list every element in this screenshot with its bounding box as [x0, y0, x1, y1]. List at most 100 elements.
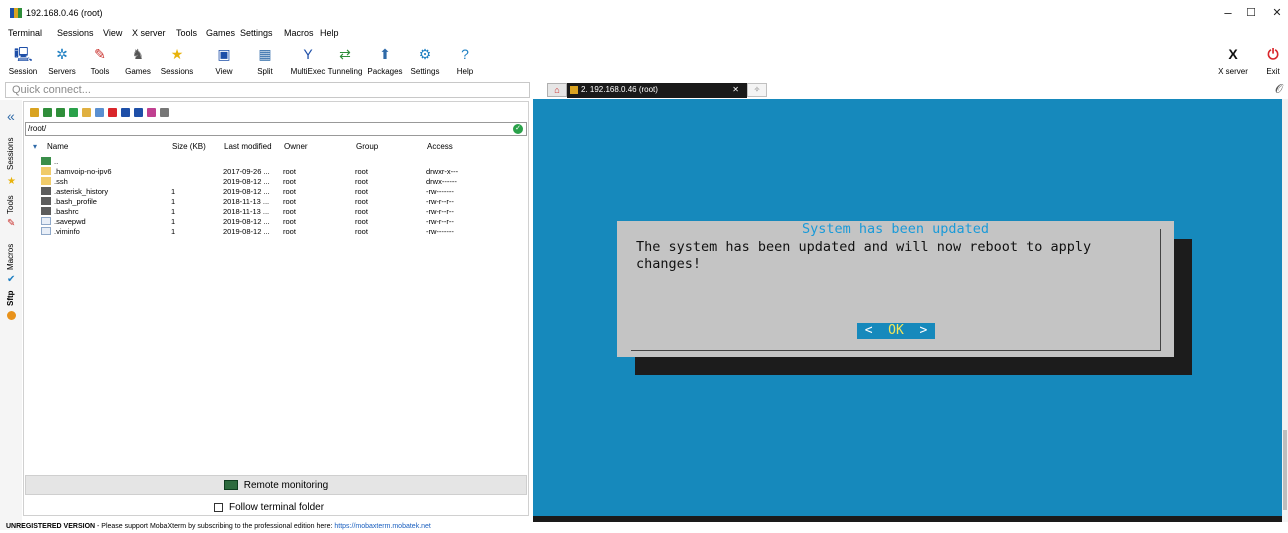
- terminal-area[interactable]: System has been updated The system has b…: [533, 99, 1282, 522]
- menu-x-server[interactable]: X server: [132, 28, 166, 38]
- toolbar-servers-button[interactable]: ✲ Servers: [42, 43, 82, 81]
- new-folder-icon[interactable]: [82, 108, 91, 117]
- list-item[interactable]: .asterisk_history 1 2019-08-12 ... root root…: [24, 187, 526, 197]
- follow-checkbox[interactable]: [214, 502, 223, 512]
- col-size[interactable]: Size (KB): [172, 142, 206, 151]
- list-item[interactable]: ..: [24, 157, 526, 167]
- ok-bracket-right: >: [919, 323, 928, 338]
- check-icon[interactable]: ✓: [513, 124, 523, 134]
- list-item[interactable]: .ssh 2019-08-12 ... root root drwx------: [24, 177, 526, 187]
- file-name: .bashrc: [54, 207, 79, 216]
- file-modified: 2019-08-12 ...: [223, 227, 270, 236]
- refresh-icon[interactable]: [69, 108, 78, 117]
- toolbar-label: Exit: [1266, 67, 1280, 76]
- rename-icon[interactable]: [121, 108, 130, 117]
- file-access: drwxr-x---: [426, 167, 459, 176]
- toolbar-split-button[interactable]: ▦ Split: [245, 43, 285, 81]
- toolbar-help-button[interactable]: ? Help: [445, 43, 485, 81]
- star-icon: ★: [170, 46, 184, 62]
- tunneling-icon: ⇄: [339, 46, 351, 62]
- toolbar-view-button[interactable]: ▣ View: [204, 43, 244, 81]
- toolbar-packages-button[interactable]: ⬆ Packages: [365, 43, 405, 81]
- remote-monitoring-button[interactable]: Remote monitoring: [25, 475, 527, 495]
- file-group: root: [355, 227, 368, 236]
- toolbar-sessions-button[interactable]: ★ Sessions: [157, 43, 197, 81]
- toolbar-exit-button[interactable]: ⏻ Exit: [1253, 43, 1288, 81]
- file-owner: root: [283, 187, 296, 196]
- file-size: 1: [171, 207, 176, 216]
- toolbar-label: View: [215, 67, 233, 76]
- properties-icon[interactable]: [147, 108, 156, 117]
- toolbar-label: Session: [8, 67, 38, 76]
- menu-macros[interactable]: Macros: [284, 28, 314, 38]
- list-item[interactable]: .savepwd 1 2019-08-12 ... root root -rw-r--r-…: [24, 217, 526, 227]
- menu-tools[interactable]: Tools: [176, 28, 197, 38]
- col-name[interactable]: Name: [47, 142, 68, 151]
- mobatek-link[interactable]: https://mobaxterm.mobatek.net: [334, 523, 431, 530]
- side-tab-sessions[interactable]: Sessions: [6, 138, 15, 170]
- split-icon: ▦: [258, 46, 272, 62]
- list-item[interactable]: .bashrc 1 2018-11-13 ... root root -rw-r--r--: [24, 207, 526, 217]
- toolbar-label: Split: [257, 67, 273, 76]
- file-access: drwx------: [426, 177, 457, 186]
- download-icon[interactable]: [43, 108, 52, 117]
- home-tab[interactable]: ⌂: [547, 83, 567, 97]
- document-icon: [41, 227, 51, 235]
- toolbar-session-button[interactable]: 🖳 Session: [3, 43, 43, 81]
- col-modified[interactable]: Last modified: [224, 142, 272, 151]
- dialog-title: System has been updated: [802, 221, 989, 237]
- file-name: .bash_profile: [54, 197, 97, 206]
- new-file-icon[interactable]: [95, 108, 104, 117]
- quick-connect-input[interactable]: Quick connect...: [5, 82, 530, 98]
- title-bar: 192.168.0.46 (root) – ☐ ✕: [0, 0, 1288, 26]
- menu-settings[interactable]: Settings: [240, 28, 273, 38]
- star-icon: ★: [7, 176, 16, 187]
- folder-up-icon[interactable]: [30, 108, 39, 117]
- col-group[interactable]: Group: [356, 142, 378, 151]
- document-icon: [41, 217, 51, 225]
- close-button[interactable]: ✕: [1262, 4, 1288, 22]
- delete-icon[interactable]: [108, 108, 117, 117]
- parent-folder-icon: [41, 157, 51, 165]
- toolbar-x-server-button[interactable]: X X server: [1213, 43, 1253, 81]
- toolbar-multiexec-button[interactable]: Y MultiExec: [288, 43, 328, 81]
- col-owner[interactable]: Owner: [284, 142, 308, 151]
- follow-terminal-folder[interactable]: Follow terminal folder: [214, 502, 324, 513]
- upload-icon[interactable]: [56, 108, 65, 117]
- new-tab-button[interactable]: ✧: [747, 83, 767, 97]
- sftp-path-input[interactable]: /root/ ✓: [25, 122, 527, 136]
- list-item[interactable]: .hamvoip-no-ipv6 2017-09-26 ... root root dr…: [24, 167, 526, 177]
- menu-terminal[interactable]: Terminal: [8, 28, 42, 38]
- tab-close-icon[interactable]: ✕: [732, 83, 739, 97]
- toolbar-tools-button[interactable]: ✎ Tools: [80, 43, 120, 81]
- tab-session-2[interactable]: 2. 192.168.0.46 (root) ✕: [567, 83, 747, 98]
- menu-help[interactable]: Help: [320, 28, 339, 38]
- side-tab-macros[interactable]: Macros: [6, 244, 15, 270]
- menu-view[interactable]: View: [103, 28, 122, 38]
- paperclip-icon[interactable]: 𝒪: [1275, 82, 1283, 97]
- toolbar-label: Tunneling: [327, 67, 363, 76]
- side-tab-tools[interactable]: Tools: [6, 195, 15, 214]
- file-owner: root: [283, 217, 296, 226]
- toolbar-tunneling-button[interactable]: ⇄ Tunneling: [325, 43, 365, 81]
- menu-sessions[interactable]: Sessions: [57, 28, 94, 38]
- tools-icon: ✎: [7, 218, 16, 229]
- app-icon: [10, 8, 22, 18]
- terminal-small-icon[interactable]: [160, 108, 169, 117]
- collapse-icon[interactable]: «: [7, 108, 15, 124]
- file-size: 1: [171, 217, 176, 226]
- file-modified: 2019-08-12 ...: [223, 217, 270, 226]
- toolbar-settings-button[interactable]: ⚙ Settings: [405, 43, 445, 81]
- side-tab-sftp[interactable]: Sftp: [6, 290, 15, 306]
- bookmark-icon[interactable]: [134, 108, 143, 117]
- ok-button[interactable]: < OK >: [857, 323, 935, 339]
- scrollbar-thumb[interactable]: [1283, 430, 1287, 510]
- file-name: ..: [54, 157, 59, 166]
- menu-games[interactable]: Games: [206, 28, 235, 38]
- list-item[interactable]: .viminfo 1 2019-08-12 ... root root -rw------…: [24, 227, 526, 237]
- sftp-toolbar: [24, 102, 528, 122]
- toolbar-games-button[interactable]: ♞ Games: [118, 43, 158, 81]
- sftp-panel: /root/ ✓ ▾ Name Size (KB) Last modified …: [23, 101, 529, 516]
- list-item[interactable]: .bash_profile 1 2018-11-13 ... root root -rw-…: [24, 197, 526, 207]
- col-access[interactable]: Access: [427, 142, 453, 151]
